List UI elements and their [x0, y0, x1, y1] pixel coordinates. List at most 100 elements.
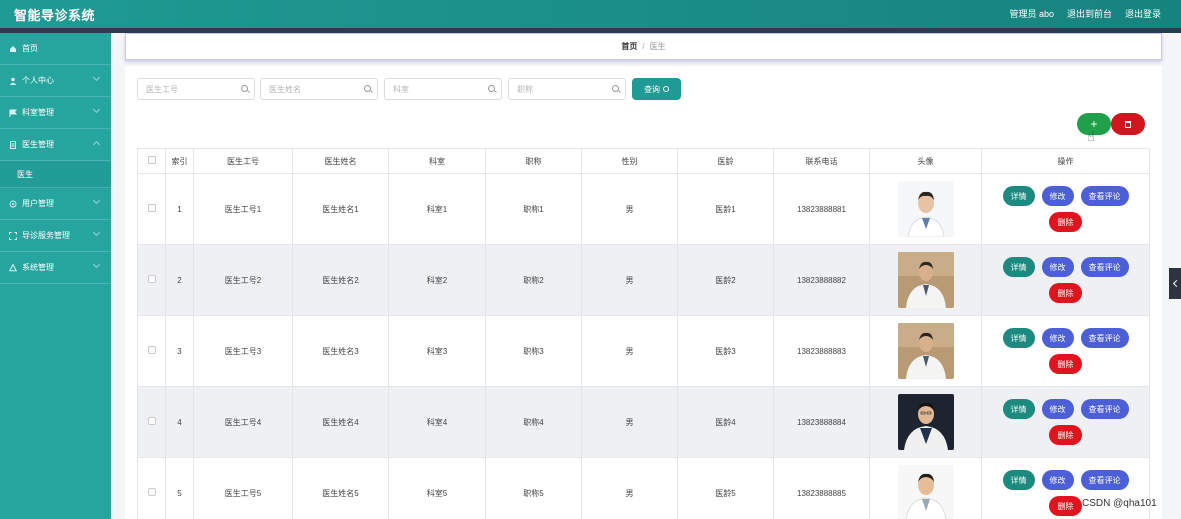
- detail-button[interactable]: 详情: [1002, 399, 1035, 419]
- column-header: 联系电话: [773, 148, 870, 174]
- column-header: 科室: [388, 148, 486, 174]
- department-input[interactable]: [385, 79, 485, 99]
- search-icon: [663, 86, 669, 92]
- back-to-frontend-link[interactable]: 退出到前台: [1067, 7, 1112, 20]
- query-button[interactable]: 查询: [632, 78, 681, 100]
- view-reviews-button[interactable]: 查看评论: [1080, 399, 1129, 419]
- row-checkbox[interactable]: [147, 346, 156, 354]
- collapse-panel-handle[interactable]: [1169, 268, 1181, 299]
- cell-title: 职称3: [485, 315, 582, 387]
- view-reviews-button[interactable]: 查看评论: [1080, 186, 1129, 206]
- users-icon: [9, 200, 17, 208]
- chevron-down-icon: [92, 73, 101, 82]
- cell-name: 医生姓名5: [292, 457, 389, 519]
- table-row: 4 医生工号4 医生姓名4 科室4 职称4 男 医龄4 13823888884 …: [137, 386, 1150, 458]
- view-reviews-button[interactable]: 查看评论: [1080, 328, 1129, 348]
- delete-button[interactable]: 删除: [1049, 425, 1082, 445]
- edit-button[interactable]: 修改: [1041, 328, 1074, 348]
- sidebar-subitem-doctor[interactable]: 医生: [0, 161, 111, 188]
- chevron-down-icon: [92, 105, 101, 114]
- select-all-checkbox[interactable]: [147, 156, 156, 164]
- view-reviews-button[interactable]: 查看评论: [1080, 470, 1129, 490]
- cell-phone: 13823888885: [773, 457, 870, 519]
- sidebar-item-label: 个人中心: [22, 76, 54, 85]
- top-bar: 智能导诊系统 管理员 abo 退出到前台 退出登录: [0, 0, 1181, 28]
- cell-phone: 13823888882: [773, 244, 870, 316]
- cell-age: 医龄5: [677, 457, 774, 519]
- cell-department: 科室2: [388, 244, 486, 316]
- edit-button[interactable]: 修改: [1041, 186, 1074, 206]
- doctor-avatar: [897, 465, 954, 519]
- trash-icon: [1125, 120, 1131, 128]
- row-actions: 详情 修改 查看评论 删除: [991, 399, 1141, 445]
- table-row: 5 医生工号5 医生姓名5 科室5 职称5 男 医龄5 13823888885 …: [137, 457, 1150, 519]
- table-row: 2 医生工号2 医生姓名2 科室2 职称2 男 医龄2 13823888882 …: [137, 244, 1150, 316]
- doctor-id-search-field[interactable]: [137, 78, 255, 100]
- row-checkbox[interactable]: [147, 417, 156, 425]
- table-header-row: 索引 医生工号 医生姓名 科室 职称 性别 医龄 联系电话 头像 操作: [137, 148, 1150, 174]
- user-icon: [9, 77, 17, 85]
- cell-doctor-id: 医生工号5: [193, 457, 293, 519]
- sidebar-item-system[interactable]: 系统管理: [0, 252, 111, 284]
- breadcrumb-separator: /: [642, 42, 645, 51]
- doctor-name-input[interactable]: [261, 79, 361, 99]
- batch-delete-button[interactable]: [1111, 113, 1145, 135]
- sidebar-item-label: 用户管理: [22, 199, 54, 208]
- table-row: 3 医生工号3 医生姓名3 科室3 职称3 男 医龄3 13823888883 …: [137, 315, 1150, 387]
- sidebar-item-label: 医生管理: [22, 140, 54, 149]
- delete-button[interactable]: 删除: [1049, 354, 1082, 374]
- sidebar-item-users[interactable]: 用户管理: [0, 188, 111, 220]
- row-checkbox[interactable]: [147, 204, 156, 212]
- cell-gender: 男: [581, 386, 678, 458]
- cell-doctor-id: 医生工号2: [193, 244, 293, 316]
- sidebar-item-profile[interactable]: 个人中心: [0, 65, 111, 97]
- breadcrumb-home[interactable]: 首页: [621, 41, 637, 52]
- title-input[interactable]: [509, 79, 609, 99]
- cell-title: 职称2: [485, 244, 582, 316]
- column-header: 职称: [485, 148, 582, 174]
- cell-name: 医生姓名3: [292, 315, 389, 387]
- edit-button[interactable]: 修改: [1041, 257, 1074, 277]
- column-header: 索引: [165, 148, 194, 174]
- view-reviews-button[interactable]: 查看评论: [1080, 257, 1129, 277]
- column-header: 性别: [581, 148, 678, 174]
- cell-doctor-id: 医生工号4: [193, 386, 293, 458]
- cell-doctor-id: 医生工号1: [193, 173, 293, 245]
- cell-title: 职称1: [485, 173, 582, 245]
- chevron-down-icon: [92, 228, 101, 237]
- search-icon: [612, 85, 619, 92]
- row-checkbox[interactable]: [147, 488, 156, 496]
- column-header: 操作: [981, 148, 1150, 174]
- select-all-header: [137, 148, 166, 174]
- sidebar-item-home[interactable]: 首页: [0, 33, 111, 65]
- chevron-down-icon: [92, 260, 101, 269]
- cell-title: 职称4: [485, 386, 582, 458]
- title-search-field[interactable]: [508, 78, 626, 100]
- chevron-up-icon: [92, 140, 101, 149]
- expand-icon: [9, 231, 17, 240]
- cell-index: 2: [165, 244, 194, 316]
- edit-button[interactable]: 修改: [1041, 399, 1074, 419]
- delete-button[interactable]: 删除: [1049, 496, 1082, 516]
- logout-link[interactable]: 退出登录: [1125, 7, 1161, 20]
- doctor-id-input[interactable]: [138, 79, 238, 99]
- query-button-label: 查询: [644, 84, 660, 94]
- detail-button[interactable]: 详情: [1002, 186, 1035, 206]
- edit-button[interactable]: 修改: [1041, 470, 1074, 490]
- row-checkbox[interactable]: [147, 275, 156, 283]
- detail-button[interactable]: 详情: [1002, 257, 1035, 277]
- sidebar-item-doctors[interactable]: 医生管理: [0, 129, 111, 161]
- cell-department: 科室1: [388, 173, 486, 245]
- detail-button[interactable]: 详情: [1002, 328, 1035, 348]
- detail-button[interactable]: 详情: [1002, 470, 1035, 490]
- sidebar-item-departments[interactable]: 科室管理: [0, 97, 111, 129]
- department-search-field[interactable]: [384, 78, 502, 100]
- settings-icon: [9, 263, 17, 272]
- search-icon: [241, 85, 248, 92]
- delete-button[interactable]: 删除: [1049, 283, 1082, 303]
- delete-button[interactable]: 删除: [1049, 212, 1082, 232]
- sidebar-item-guidance[interactable]: 导诊服务管理: [0, 220, 111, 252]
- cell-age: 医龄3: [677, 315, 774, 387]
- doctor-avatar: [897, 252, 954, 308]
- doctor-name-search-field[interactable]: [260, 78, 378, 100]
